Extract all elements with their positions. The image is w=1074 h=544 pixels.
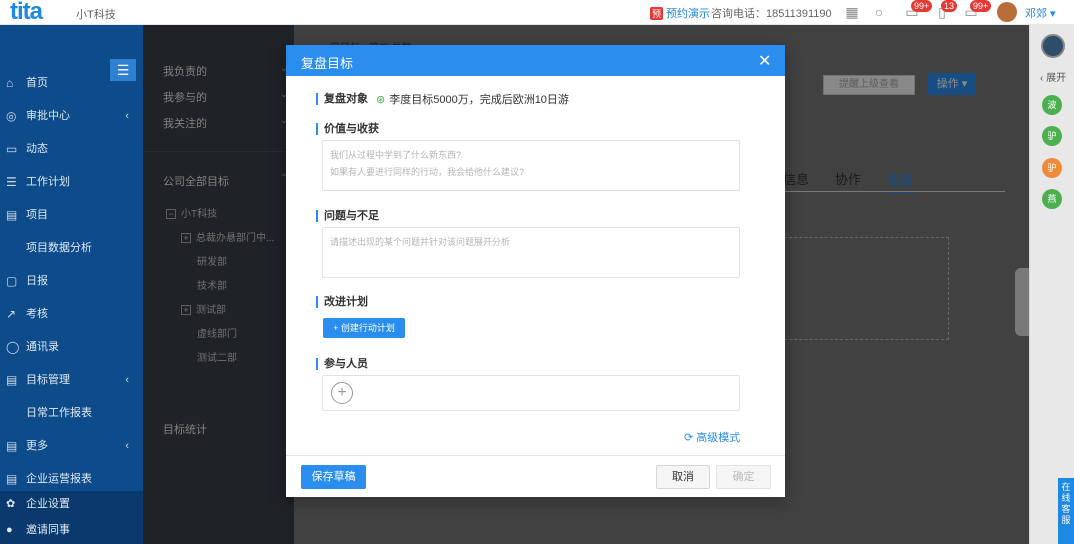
notification-badge: 99+ — [970, 0, 992, 12]
review-goal-dialog: 复盘目标 ✕ 复盘对象 ⊛ 李度目标5000万，完成后欧洲10日游 价值与收获 我… — [286, 45, 785, 497]
advanced-mode-link[interactable]: ⟳ 高级模式 — [684, 429, 740, 445]
dialog-title: 复盘目标 — [301, 56, 354, 71]
sidebar-item-label: 审批中心 — [26, 110, 70, 122]
value-placeholder-line-1: 我们从过程中学到了什么新东西? — [330, 150, 462, 160]
gear-icon: ✿ — [6, 498, 16, 510]
value-textarea[interactable]: 我们从过程中学到了什么新东西? 如果有人要进行同样的行动，我会给他什么建议? — [322, 140, 740, 191]
book-demo-link[interactable]: 预预约演示 — [650, 5, 710, 21]
goal-icon: ▤ — [6, 373, 18, 387]
sidebar-item-label: 更多 — [26, 440, 48, 452]
confirm-button[interactable]: 确定 — [716, 465, 771, 489]
sidebar-item-label: 邀请同事 — [26, 524, 70, 536]
report-icon: ▢ — [6, 274, 18, 288]
chevron-left-icon: ‹ — [125, 440, 129, 452]
review-object-label: 复盘对象 — [316, 93, 368, 105]
more-icon: ▤ — [6, 439, 18, 453]
chevron-left-icon: ‹ — [125, 374, 129, 386]
save-draft-button[interactable]: 保存草稿 — [301, 465, 366, 489]
sidebar-item-label: 首页 — [26, 77, 48, 89]
sidebar-item-label: 目标管理 — [26, 374, 70, 386]
sidebar-item-feed[interactable]: ▭ 动态 — [0, 133, 143, 166]
tita-logo[interactable]: tita — [10, 0, 43, 24]
cancel-button[interactable]: 取消 — [656, 465, 710, 489]
calendar-icon[interactable]: ▦ — [843, 3, 861, 21]
participants-section-label: 参与人员 — [316, 358, 368, 370]
feed-icon: ▭ — [6, 142, 18, 156]
sidebar-item-label: 企业运营报表 — [26, 473, 92, 485]
assessment-icon: ↗ — [6, 307, 17, 321]
right-rail: ‹ 展开 波 驴 驴 燕 — [1029, 25, 1074, 544]
rail-user-avatar[interactable] — [1041, 34, 1065, 58]
sidebar-item-project-analysis[interactable]: 项目数据分析 — [0, 232, 143, 265]
sidebar-item-label: 工作计划 — [26, 176, 70, 188]
review-object-value[interactable]: ⊛ 李度目标5000万，完成后欧洲10日游 — [376, 91, 569, 107]
rail-avatar[interactable]: 波 — [1042, 95, 1062, 115]
plan-section-label: 改进计划 — [316, 296, 368, 308]
close-icon[interactable]: ✕ — [758, 51, 771, 71]
problem-placeholder: 请描述出现的某个问题并针对该问题展开分析 — [330, 237, 511, 247]
task-badge: 13 — [941, 0, 958, 12]
footer-divider — [286, 455, 785, 456]
sidebar-item-home[interactable]: ⌂ 首页 — [0, 67, 143, 100]
company-name[interactable]: 小T科技 — [76, 6, 116, 22]
sidebar-item-label: 企业设置 — [26, 498, 70, 510]
sidebar-item-goal-management[interactable]: ▤ 目标管理 ‹ — [0, 364, 143, 397]
rail-avatar[interactable]: 驴 — [1042, 126, 1062, 146]
sidebar-item-daily-report[interactable]: ▢ 日报 — [0, 265, 143, 298]
sidebar-item-assessment[interactable]: ↗ 考核 — [0, 298, 143, 331]
problem-section-label: 问题与不足 — [316, 210, 379, 222]
search-icon[interactable]: ○ — [870, 3, 888, 21]
participants-field[interactable]: + — [322, 375, 740, 411]
rail-expand-button[interactable]: ‹ 展开 — [1040, 69, 1066, 84]
user-avatar[interactable] — [997, 2, 1017, 22]
sidebar-item-approval[interactable]: ◎ 审批中心 ‹ — [0, 100, 143, 133]
sidebar-item-invite[interactable]: ● 邀请同事 — [0, 517, 143, 543]
top-bar: tita 小T科技 预预约演示 咨询电话：18511391190 ▦ ○ ▭ 99… — [0, 0, 1074, 25]
target-icon: ⊛ — [376, 94, 386, 106]
chevron-left-icon: ‹ — [125, 110, 129, 122]
sidebar-item-label: 项目 — [26, 209, 48, 221]
sidebar-item-more[interactable]: ▤ 更多 ‹ — [0, 430, 143, 463]
contacts-icon: ◯ — [6, 340, 20, 354]
book-demo-label: 预约演示 — [666, 8, 711, 20]
home-icon: ⌂ — [6, 76, 14, 90]
chat-badge: 99+ — [911, 0, 933, 12]
sidebar-item-project[interactable]: ▤ 项目 — [0, 199, 143, 232]
sidebar-item-label: 考核 — [26, 308, 48, 320]
task-icon[interactable]: ▯ 13 — [933, 0, 958, 21]
problem-textarea[interactable]: 请描述出现的某个问题并针对该问题展开分析 — [322, 227, 740, 278]
create-action-plan-button[interactable]: + 创建行动计划 — [323, 318, 405, 338]
user-menu[interactable]: 邓郊 ▾ — [1025, 5, 1056, 21]
demo-badge: 预 — [650, 7, 664, 20]
review-object-text: 李度目标5000万，完成后欧洲10日游 — [389, 94, 569, 106]
rail-avatar[interactable]: 燕 — [1042, 189, 1062, 209]
sidebar-item-daily-work-report[interactable]: 日常工作报表 — [0, 397, 143, 430]
person-icon: ● — [6, 524, 13, 536]
sidebar-item-label: 日报 — [26, 275, 48, 287]
project-icon: ▤ — [6, 208, 18, 222]
sidebar-item-company-settings[interactable]: ✿ 企业设置 — [0, 491, 143, 517]
sidebar-item-work-plan[interactable]: ☰ 工作计划 — [0, 166, 143, 199]
rail-avatar[interactable]: 驴 — [1042, 158, 1062, 178]
online-support-button[interactable]: 在线客服 — [1058, 478, 1074, 544]
sidebar-item-label: 通讯录 — [26, 341, 59, 353]
dialog-header: 复盘目标 ✕ — [286, 45, 785, 76]
sidebar-item-contacts[interactable]: ◯ 通讯录 — [0, 331, 143, 364]
approval-icon: ◎ — [6, 109, 17, 123]
sidebar-item-label: 日常工作报表 — [26, 407, 92, 419]
chat-icon[interactable]: ▭ 99+ — [903, 0, 933, 21]
sidebar-bottom: ✿ 企业设置 ● 邀请同事 — [0, 491, 143, 544]
sidebar-item-label: 项目数据分析 — [26, 242, 92, 254]
notification-icon[interactable]: ▭ 99+ — [962, 0, 992, 21]
sidebar-item-label: 动态 — [26, 143, 48, 155]
hotline-text: 咨询电话：18511391190 — [711, 8, 832, 20]
list-icon: ☰ — [6, 175, 17, 189]
sidebar: ☰ ⌂ 首页 ◎ 审批中心 ‹ ▭ 动态 ☰ 工作计划 ▤ 项目 项目数据分析 ▢ 日报 ↗ 考… — [0, 25, 143, 544]
value-placeholder-line-2: 如果有人要进行同样的行动，我会给他什么建议? — [330, 167, 525, 177]
add-participant-icon[interactable]: + — [331, 382, 353, 404]
value-section-label: 价值与收获 — [316, 123, 379, 135]
